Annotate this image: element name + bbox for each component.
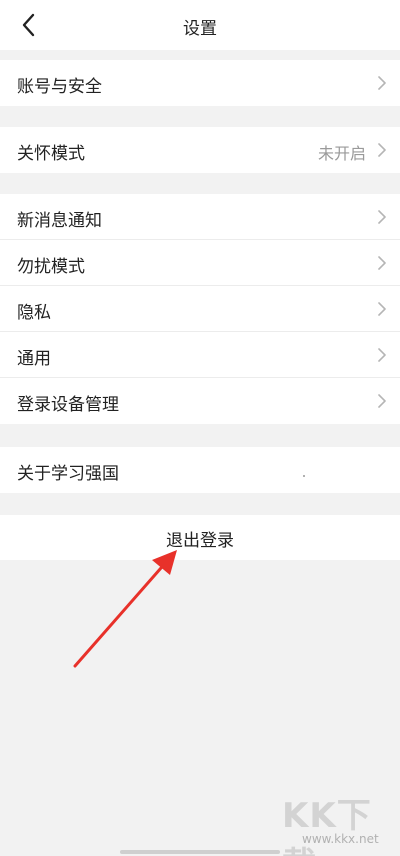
dot-mark — [303, 475, 305, 477]
care-mode-status: 未开启 — [317, 144, 366, 163]
logout-button[interactable]: 退出登录 — [0, 515, 400, 560]
settings-item-do-not-disturb[interactable]: 勿扰模式 — [0, 240, 400, 286]
settings-item-account-security[interactable]: 账号与安全 — [0, 60, 400, 106]
settings-item-device-management[interactable]: 登录设备管理 — [0, 378, 400, 424]
settings-item-label: 通用 — [17, 349, 51, 369]
watermark-url: www.kkx.net — [302, 832, 379, 846]
settings-item-about[interactable]: 关于学习强国 — [0, 447, 400, 493]
chevron-right-icon — [378, 348, 386, 362]
settings-item-label: 关于学习强国 — [17, 464, 119, 484]
logout-label: 退出登录 — [166, 531, 234, 551]
about-group: 关于学习强国 — [0, 447, 400, 493]
watermark: KK下载 www.kkx.net — [282, 788, 400, 856]
page-title: 设置 — [183, 19, 217, 39]
settings-item-notifications[interactable]: 新消息通知 — [0, 194, 400, 240]
settings-item-label: 新消息通知 — [17, 211, 102, 231]
chevron-right-icon — [378, 143, 386, 157]
general-group: 新消息通知 勿扰模式 隐私 通用 登录设备管理 — [0, 194, 400, 424]
chevron-right-icon — [378, 394, 386, 408]
settings-item-care-mode[interactable]: 关怀模式 未开启 — [0, 127, 400, 173]
settings-item-privacy[interactable]: 隐私 — [0, 286, 400, 332]
chevron-right-icon — [378, 210, 386, 224]
account-group: 账号与安全 — [0, 60, 400, 106]
care-group: 关怀模式 未开启 — [0, 127, 400, 173]
settings-page: 设置 账号与安全 关怀模式 未开启 新消息通知 勿扰模式 隐私 通用 登录设备管… — [0, 0, 400, 856]
settings-item-label: 勿扰模式 — [17, 257, 85, 277]
settings-item-general[interactable]: 通用 — [0, 332, 400, 378]
settings-item-label: 隐私 — [17, 303, 51, 323]
chevron-right-icon — [378, 302, 386, 316]
settings-item-label: 账号与安全 — [17, 77, 102, 97]
chevron-right-icon — [378, 76, 386, 90]
settings-item-label: 关怀模式 — [17, 144, 85, 164]
settings-item-label: 登录设备管理 — [17, 395, 119, 415]
navbar: 设置 — [0, 0, 400, 50]
chevron-right-icon — [378, 256, 386, 270]
home-indicator — [120, 850, 280, 854]
